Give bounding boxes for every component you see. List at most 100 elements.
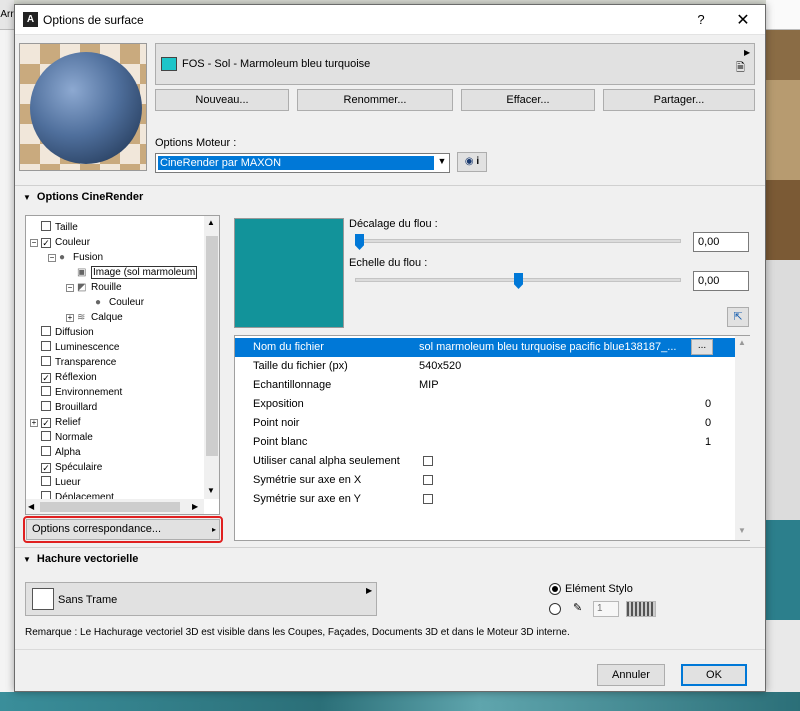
tree-item[interactable]: − ✓ Couleur bbox=[30, 235, 90, 250]
scroll-right-icon[interactable]: ▶ bbox=[192, 502, 198, 511]
tree-item[interactable]: + ≋ Calque bbox=[66, 310, 123, 325]
scroll-down-icon[interactable]: ▼ bbox=[738, 526, 746, 535]
engine-select-value: CineRender par MAXON bbox=[158, 156, 434, 170]
channel-checkbox[interactable] bbox=[41, 401, 51, 411]
channel-checkbox[interactable] bbox=[41, 476, 51, 486]
rename-button[interactable]: Renommer... bbox=[297, 89, 453, 111]
channel-checkbox[interactable] bbox=[41, 356, 51, 366]
ok-button[interactable]: OK bbox=[681, 664, 747, 686]
property-number[interactable]: 0 bbox=[705, 414, 711, 433]
tree-item[interactable]: Environnement bbox=[30, 385, 122, 400]
tree-item-label: Calque bbox=[91, 312, 123, 323]
channel-checkbox[interactable]: ✓ bbox=[41, 238, 51, 248]
property-row[interactable]: Utiliser canal alpha seulement bbox=[235, 452, 735, 471]
help-button[interactable]: ? bbox=[691, 12, 711, 28]
scroll-up-icon[interactable]: ▲ bbox=[738, 338, 746, 347]
scroll-thumb[interactable] bbox=[206, 236, 218, 456]
chevron-down-icon[interactable]: ▼ bbox=[436, 156, 448, 166]
property-row[interactable]: Symétrie sur axe en X bbox=[235, 471, 735, 490]
radio-element-pen-label: Elément Stylo bbox=[565, 583, 633, 595]
tree-item[interactable]: Alpha bbox=[30, 445, 81, 460]
blur-offset-slider-thumb[interactable] bbox=[355, 234, 364, 250]
properties-scrollbar[interactable]: ▲ ▼ bbox=[735, 336, 750, 540]
tree-item[interactable]: Diffusion bbox=[30, 325, 94, 340]
blur-scale-slider-thumb[interactable] bbox=[514, 273, 523, 289]
tree-item[interactable]: + ✓ Relief bbox=[30, 415, 81, 430]
expand-icon[interactable]: + bbox=[30, 419, 38, 427]
pen-pattern-swatch[interactable] bbox=[626, 601, 656, 617]
close-button[interactable]: ✕ bbox=[733, 10, 753, 29]
radio-element-pen[interactable] bbox=[549, 583, 561, 595]
channel-checkbox[interactable] bbox=[41, 386, 51, 396]
tree-item[interactable]: Lueur bbox=[30, 475, 81, 490]
channel-checkbox[interactable] bbox=[41, 221, 51, 231]
tree-item[interactable]: ▣ Image (sol marmoleum bbox=[66, 265, 198, 280]
property-row[interactable]: Nom du fichier sol marmoleum bleu turquoi… bbox=[235, 338, 735, 357]
property-checkbox[interactable] bbox=[423, 475, 433, 485]
rust-icon: ◩ bbox=[77, 282, 87, 293]
radio-custom-pen[interactable] bbox=[549, 603, 561, 615]
scroll-thumb-horizontal[interactable] bbox=[40, 502, 180, 512]
material-selector[interactable]: FOS - Sol - Marmoleum bleu turquoise ▶ 🗎 bbox=[155, 43, 755, 85]
background-left-pane bbox=[0, 0, 14, 711]
channel-checkbox[interactable] bbox=[41, 446, 51, 456]
background-tab[interactable]: Arr bbox=[0, 0, 14, 30]
cancel-button[interactable]: Annuler bbox=[597, 664, 665, 686]
pen-number-field[interactable]: 1 bbox=[593, 601, 619, 617]
tree-item[interactable]: Taille bbox=[30, 220, 78, 235]
property-row[interactable]: Point noir 0 bbox=[235, 414, 735, 433]
fill-type-selector[interactable]: Sans Trame ▶ bbox=[25, 582, 377, 616]
property-row[interactable]: Symétrie sur axe en Y bbox=[235, 490, 735, 509]
channel-checkbox[interactable]: ✓ bbox=[41, 418, 51, 428]
tree-item[interactable]: ✓ Réflexion bbox=[30, 370, 97, 385]
scroll-up-icon[interactable]: ▲ bbox=[207, 218, 215, 227]
property-row[interactable]: Taille du fichier (px) 540x520 bbox=[235, 357, 735, 376]
tree-item[interactable]: ✓ Spéculaire bbox=[30, 460, 102, 475]
expand-icon[interactable]: + bbox=[66, 314, 74, 322]
tree-item[interactable]: Luminescence bbox=[30, 340, 119, 355]
tree-item[interactable]: − ● Fusion bbox=[48, 250, 103, 265]
scroll-down-icon[interactable]: ▼ bbox=[207, 486, 215, 495]
property-row[interactable]: Echantillonnage MIP bbox=[235, 376, 735, 395]
property-number[interactable]: 1 bbox=[705, 433, 711, 452]
engine-info-button[interactable]: ◉ i bbox=[457, 152, 487, 172]
blur-scale-field[interactable]: 0,00 bbox=[693, 271, 749, 291]
collapse-icon[interactable]: − bbox=[66, 284, 74, 292]
tree-item[interactable]: Normale bbox=[30, 430, 93, 445]
tree-horizontal-scrollbar[interactable]: ◀ ▶ bbox=[26, 499, 204, 514]
surface-options-dialog: A Options de surface ? ✕ FOS - Sol - Mar… bbox=[14, 4, 766, 692]
tree-item[interactable]: − ◩ Rouille bbox=[66, 280, 122, 295]
tree-item[interactable]: ● Couleur bbox=[84, 295, 144, 310]
property-checkbox[interactable] bbox=[423, 456, 433, 466]
blur-offset-slider[interactable] bbox=[355, 239, 681, 243]
tree-item[interactable]: Brouillard bbox=[30, 400, 97, 415]
delete-button[interactable]: Effacer... bbox=[461, 89, 595, 111]
tree-vertical-scrollbar[interactable]: ▲ ▼ bbox=[204, 216, 219, 499]
export-icon[interactable]: ⇱ bbox=[727, 307, 749, 327]
collapse-icon[interactable]: − bbox=[48, 254, 56, 262]
property-checkbox[interactable] bbox=[423, 494, 433, 504]
channel-checkbox[interactable] bbox=[41, 431, 51, 441]
material-menu-arrow-icon[interactable]: ▶ bbox=[744, 48, 750, 57]
vector-hatch-section-header[interactable]: ▼ Hachure vectorielle bbox=[15, 547, 765, 569]
share-button[interactable]: Partager... bbox=[603, 89, 755, 111]
document-icon[interactable]: 🗎 bbox=[736, 59, 745, 78]
browse-file-button[interactable]: ... bbox=[691, 339, 713, 355]
tree-item-label: Image (sol marmoleum bbox=[91, 266, 198, 279]
blur-offset-field[interactable]: 0,00 bbox=[693, 232, 749, 252]
channel-checkbox[interactable] bbox=[41, 326, 51, 336]
channel-checkbox[interactable]: ✓ bbox=[41, 463, 51, 473]
collapse-icon[interactable]: − bbox=[30, 239, 38, 247]
cinerender-section-header[interactable]: ▼ Options CineRender bbox=[15, 185, 765, 207]
engine-select[interactable]: CineRender par MAXON ▼ bbox=[155, 153, 450, 173]
scroll-left-icon[interactable]: ◀ bbox=[28, 502, 34, 511]
property-row[interactable]: Exposition 0 bbox=[235, 395, 735, 414]
tree-item-label: Diffusion bbox=[55, 327, 94, 338]
tree-item-label: Couleur bbox=[55, 237, 91, 248]
channel-checkbox[interactable]: ✓ bbox=[41, 373, 51, 383]
property-number[interactable]: 0 bbox=[705, 395, 711, 414]
channel-checkbox[interactable] bbox=[41, 341, 51, 351]
tree-item[interactable]: Transparence bbox=[30, 355, 116, 370]
property-row[interactable]: Point blanc 1 bbox=[235, 433, 735, 452]
new-button[interactable]: Nouveau... bbox=[155, 89, 289, 111]
